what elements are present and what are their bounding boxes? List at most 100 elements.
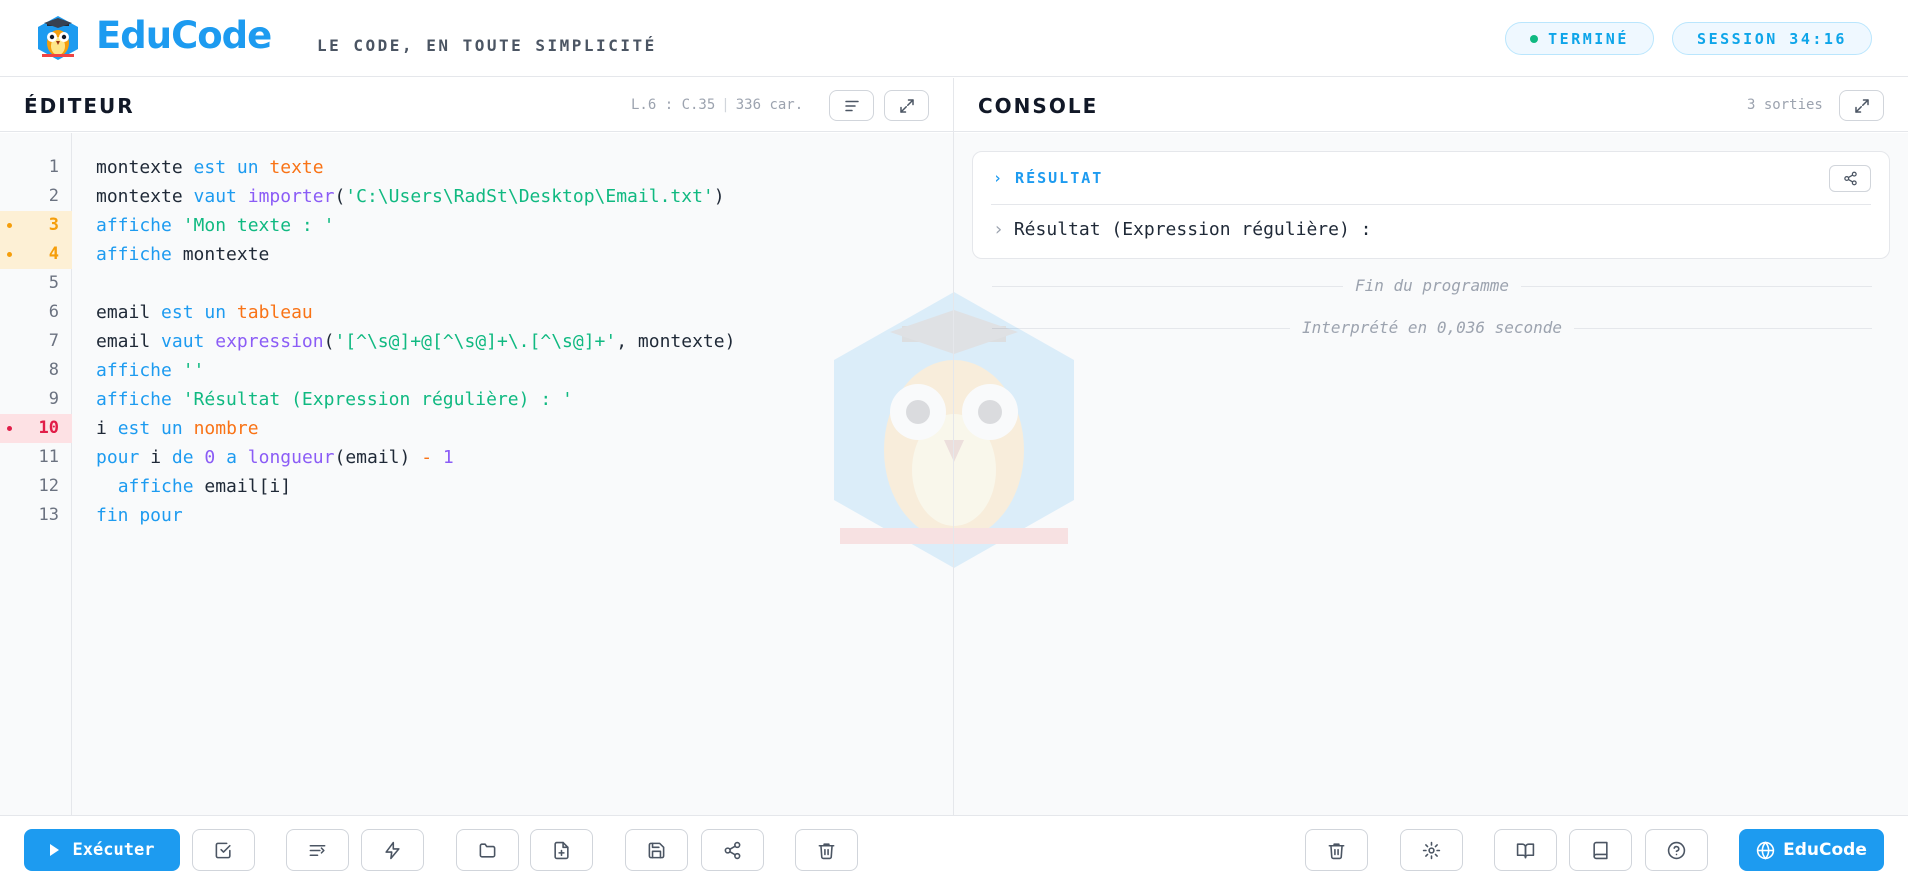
format-button[interactable] (829, 90, 874, 121)
tagline: LE CODE, EN TOUTE SIMPLICITÉ (317, 36, 657, 55)
play-icon (49, 844, 59, 856)
save-icon (648, 842, 665, 858)
execution-time-text: Interprété en 0,036 seconde (1289, 318, 1575, 338)
trash-icon (1328, 842, 1345, 859)
code-token: vaut (161, 331, 205, 352)
code-token: a (226, 447, 237, 468)
line-number-text: 11 (38, 447, 59, 467)
panel-divider[interactable] (953, 78, 954, 882)
run-button-label: Exécuter (72, 840, 155, 860)
line-number[interactable]: 1 (0, 153, 72, 182)
status-dot-icon (1530, 34, 1539, 43)
code-token: affiche (96, 389, 172, 410)
line-number[interactable]: 7 (0, 327, 72, 356)
code-token: est un (161, 302, 227, 323)
char-count: 336 car. (735, 97, 804, 113)
line-number-text: 2 (48, 186, 59, 206)
console-output: › RÉSULTAT › Résultat (Expression réguliè… (954, 133, 1908, 815)
code-token: est un (117, 418, 183, 439)
code-line[interactable]: affiche 'Mon texte : ' (96, 211, 334, 240)
educode-website-button[interactable]: EduCode (1739, 829, 1884, 871)
line-number-text: 13 (38, 505, 59, 525)
code-token: de (171, 447, 194, 468)
globe-icon (1756, 840, 1775, 860)
warning-marker-icon (7, 252, 12, 257)
code-token: affiche (96, 244, 172, 265)
check-button[interactable] (192, 829, 255, 871)
code-token: affiche (96, 215, 172, 236)
code-line[interactable]: email vaut expression('[^\s@]+@[^\s@]+\.… (96, 327, 735, 356)
line-number-text: 5 (48, 273, 59, 293)
line-number[interactable]: 3 (0, 211, 72, 240)
execution-time-divider: Interprété en 0,036 seconde (992, 318, 1872, 338)
quick-action-button[interactable] (361, 829, 424, 871)
code-token: 0 (204, 447, 216, 468)
line-number[interactable]: 6 (0, 298, 72, 327)
line-number[interactable]: 5 (0, 269, 72, 298)
line-number[interactable]: 2 (0, 182, 72, 211)
line-number-text: 3 (48, 215, 59, 235)
line-number[interactable]: 4 (0, 240, 72, 269)
line-number[interactable]: 11 (0, 443, 72, 472)
status-badge: TERMINÉ (1505, 22, 1654, 55)
code-line[interactable]: fin pour (96, 501, 183, 530)
end-of-program-divider: Fin du programme (992, 276, 1872, 296)
code-token: montexte (171, 244, 270, 265)
code-line[interactable]: pour i de 0 a longueur(email) - 1 (96, 443, 454, 472)
line-number[interactable]: 9 (0, 385, 72, 414)
code-line[interactable]: affiche montexte (96, 240, 269, 269)
docs-button[interactable] (1494, 829, 1557, 871)
code-line[interactable]: email est un tableau (96, 298, 313, 327)
line-number[interactable]: 13 (0, 501, 72, 530)
result-share-button[interactable] (1829, 165, 1871, 192)
line-gutter: 1 2 3 4 5 6 7 8 9 10 11 12 13 (0, 133, 72, 815)
code-token: 1 (442, 447, 454, 468)
code-token: expression (215, 331, 324, 352)
line-number[interactable]: 10 (0, 414, 72, 443)
code-token: affiche (96, 360, 172, 381)
run-button[interactable]: Exécuter (24, 829, 180, 871)
console-title: CONSOLE (978, 94, 1099, 118)
guide-button[interactable] (1569, 829, 1632, 871)
settings-button[interactable] (1400, 829, 1463, 871)
folder-icon (479, 842, 496, 858)
gear-icon (1422, 841, 1441, 859)
result-label[interactable]: › RÉSULTAT (993, 169, 1103, 187)
wrap-lines-icon (309, 844, 326, 856)
code-line[interactable]: i est un nombre (96, 414, 259, 443)
help-button[interactable] (1645, 829, 1708, 871)
console-expand-button[interactable] (1839, 90, 1884, 121)
line-number[interactable]: 12 (0, 472, 72, 501)
editor-meta: L.6 : C.35 | 336 car. (631, 97, 804, 113)
code-line[interactable]: affiche email[i] (96, 472, 291, 501)
result-output-text: Résultat (Expression régulière) : (1013, 219, 1372, 240)
code-editor[interactable]: 1 2 3 4 5 6 7 8 9 10 11 12 13 montexte est un texte m… (0, 133, 953, 815)
code-line[interactable]: affiche 'Résultat (Expression régulière)… (96, 385, 573, 414)
line-number-text: 12 (38, 476, 59, 496)
clear-code-button[interactable] (795, 829, 858, 871)
line-number-text: 4 (48, 244, 59, 264)
share-button[interactable] (701, 829, 764, 871)
brand-name: EduCode (96, 14, 272, 57)
expand-icon (899, 98, 914, 113)
code-line[interactable]: montexte est un texte (96, 153, 324, 182)
new-file-button[interactable] (530, 829, 593, 871)
code-token: ) (713, 186, 725, 207)
wrap-button[interactable] (286, 829, 349, 871)
open-button[interactable] (456, 829, 519, 871)
code-token: '[^\s@]+@[^\s@]+\.[^\s@]+' (334, 331, 617, 352)
clear-console-button[interactable] (1305, 829, 1368, 871)
code-token: longueur (247, 447, 335, 468)
line-number[interactable]: 8 (0, 356, 72, 385)
code-line[interactable]: montexte vaut importer('C:\Users\RadSt\D… (96, 182, 725, 211)
editor-expand-button[interactable] (884, 90, 929, 121)
save-button[interactable] (625, 829, 688, 871)
code-line[interactable]: affiche '' (96, 356, 204, 385)
share-icon (724, 841, 741, 859)
